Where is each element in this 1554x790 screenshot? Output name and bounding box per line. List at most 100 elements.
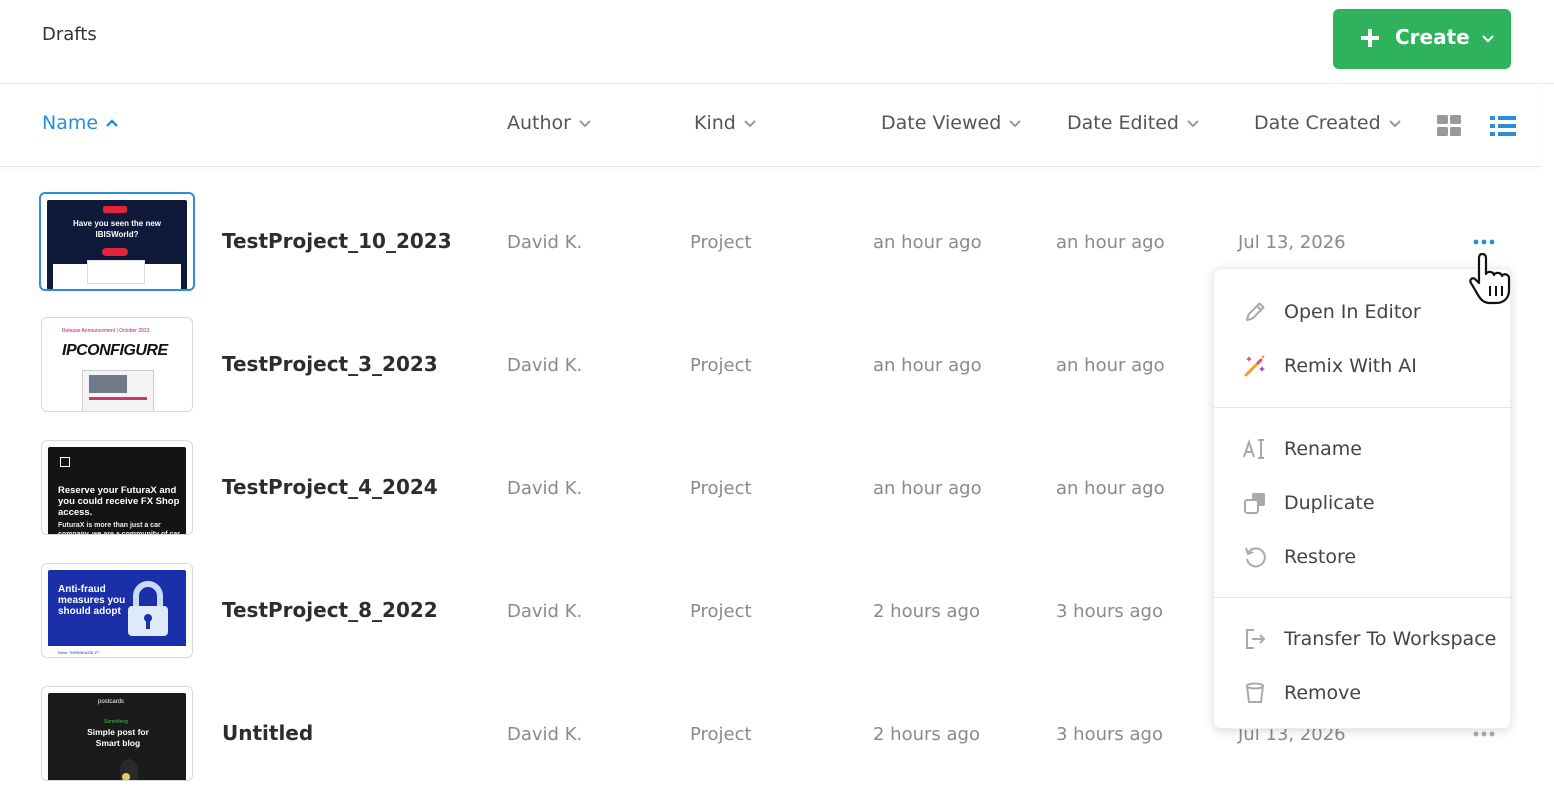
sort-by-date-created[interactable]: Date Created (1254, 112, 1403, 134)
thumbnail-preview: postcards Something Simple post for Smar… (48, 693, 186, 780)
thumbnail-text: Have you seen the new IBISWorld? (72, 219, 162, 239)
thumbnail-button (102, 248, 128, 256)
project-thumbnail[interactable]: Reserve your FuturaX and you could recei… (41, 440, 193, 535)
author-cell: David K. (507, 478, 583, 499)
date-edited-cell: an hour ago (1056, 232, 1165, 253)
chevron-down-icon (1009, 120, 1022, 128)
thumbnail-brand: postcards (98, 699, 125, 705)
date-edited-cell: 3 hours ago (1056, 724, 1163, 745)
more-options-icon[interactable] (1470, 232, 1498, 252)
thumbnail-preview: Have you seen the new IBISWorld? (47, 200, 187, 289)
project-name[interactable]: TestProject_8_2022 (222, 598, 438, 622)
menu-item-open-in-editor[interactable]: Open In Editor (1214, 287, 1512, 335)
project-name[interactable]: TestProject_3_2023 (222, 352, 438, 376)
project-name[interactable]: TestProject_4_2024 (222, 475, 438, 499)
date-viewed-cell: 2 hours ago (873, 724, 980, 745)
thumbnail-screenshot (82, 370, 154, 411)
sort-by-kind[interactable]: Kind (694, 112, 758, 134)
brand-badge (103, 206, 127, 213)
duplicate-icon (1244, 493, 1265, 514)
date-viewed-cell: an hour ago (873, 355, 982, 376)
author-cell: David K. (507, 232, 583, 253)
menu-item-duplicate[interactable]: Duplicate (1214, 478, 1512, 526)
column-date-edited-label: Date Edited (1067, 112, 1179, 134)
project-thumbnail[interactable]: postcards Something Simple post for Smar… (41, 686, 193, 781)
date-edited-cell: an hour ago (1056, 355, 1165, 376)
project-thumbnail[interactable]: Release Announcement | October 2023 IPCO… (41, 317, 193, 412)
project-thumbnail[interactable]: Have you seen the new IBISWorld? (39, 192, 195, 291)
kind-cell: Project (690, 601, 752, 622)
kind-cell: Project (690, 355, 752, 376)
author-cell: David K. (507, 601, 583, 622)
menu-item-remove[interactable]: Remove (1214, 668, 1512, 716)
project-name[interactable]: Untitled (222, 721, 313, 745)
thumbnail-logo-text: IPCONFIGURE (62, 342, 168, 359)
menu-item-restore[interactable]: Restore (1214, 532, 1512, 580)
project-name[interactable]: TestProject_10_2023 (222, 229, 452, 253)
transfer-icon (1246, 629, 1266, 649)
menu-item-label: Transfer To Workspace (1284, 628, 1497, 650)
lamp-glow (122, 773, 130, 780)
chevron-down-icon (579, 120, 591, 128)
author-cell: David K. (507, 724, 583, 745)
chevron-down-icon (1482, 35, 1494, 43)
date-viewed-cell: an hour ago (873, 478, 982, 499)
page-title: Drafts (42, 24, 97, 45)
date-edited-cell: 3 hours ago (1056, 601, 1163, 622)
thumbnail-subtext: FuturaX is more than just a car company,… (58, 522, 180, 534)
list-view-icon[interactable] (1489, 112, 1517, 140)
create-button[interactable]: Create (1333, 9, 1511, 69)
top-bar: Drafts Create (0, 0, 1554, 84)
thumbnail-footer-text: Drive "SHRINKAGE-IT" (58, 650, 100, 655)
padlock-icon (128, 581, 168, 636)
cube-icon (60, 457, 70, 467)
create-button-label: Create (1395, 25, 1470, 49)
menu-item-label: Remove (1284, 682, 1362, 704)
chevron-down-icon (1388, 120, 1401, 128)
menu-item-label: Rename (1284, 438, 1362, 460)
thumbnail-footer: Drive "SHRINKAGE-IT" (48, 646, 186, 657)
date-viewed-cell: an hour ago (873, 232, 982, 253)
grid-view-icon[interactable] (1435, 112, 1463, 140)
thumbnail-caption: Release Announcement | October 2023 (62, 328, 150, 334)
menu-divider (1214, 407, 1512, 408)
rename-icon (1243, 438, 1264, 459)
project-thumbnail[interactable]: Anti-fraud measures you should adopt Dri… (41, 563, 193, 658)
plus-icon (1361, 29, 1379, 47)
thumbnail-caption: Something (104, 719, 128, 725)
date-created-cell: Jul 13, 2026 (1238, 232, 1346, 253)
date-edited-cell: an hour ago (1056, 478, 1165, 499)
kind-cell: Project (690, 724, 752, 745)
chevron-down-icon (1187, 120, 1199, 128)
thumbnail-text: Anti-fraud measures you should adopt (58, 584, 126, 617)
context-menu: Open In Editor Remix With AI Rename Dupl… (1213, 268, 1512, 729)
menu-item-remix-with-ai[interactable]: Remix With AI (1214, 341, 1512, 389)
menu-item-label: Restore (1284, 546, 1357, 568)
chevron-down-icon (744, 120, 756, 128)
chevron-up-icon (106, 119, 118, 127)
trash-icon (1246, 682, 1264, 703)
column-name-label: Name (42, 112, 99, 134)
menu-item-rename[interactable]: Rename (1214, 424, 1512, 472)
column-author-label: Author (507, 112, 571, 134)
thumbnail-text: Simple post for Smart blog (87, 727, 149, 748)
author-cell: David K. (507, 355, 583, 376)
column-header-row: Name Author Kind Date Viewed Date Edited… (0, 84, 1540, 167)
sort-by-name[interactable]: Name (42, 112, 120, 134)
column-date-created-label: Date Created (1254, 112, 1381, 134)
date-viewed-cell: 2 hours ago (873, 601, 980, 622)
pencil-icon (1246, 302, 1265, 321)
menu-item-label: Open In Editor (1284, 301, 1421, 323)
menu-item-label: Remix With AI (1284, 355, 1417, 377)
thumbnail-preview: Reserve your FuturaX and you could recei… (48, 447, 186, 534)
thumbnail-text: Reserve your FuturaX and you could recei… (58, 485, 180, 518)
thumbnail-bar (89, 397, 147, 400)
kind-cell: Project (690, 478, 752, 499)
menu-item-transfer-to-workspace[interactable]: Transfer To Workspace (1214, 614, 1512, 662)
sort-by-date-edited[interactable]: Date Edited (1067, 112, 1201, 134)
thumbnail-pane (87, 260, 145, 284)
sort-by-author[interactable]: Author (507, 112, 593, 134)
kind-cell: Project (690, 232, 752, 253)
sort-by-date-viewed[interactable]: Date Viewed (881, 112, 1023, 134)
magic-wand-icon (1244, 355, 1265, 377)
